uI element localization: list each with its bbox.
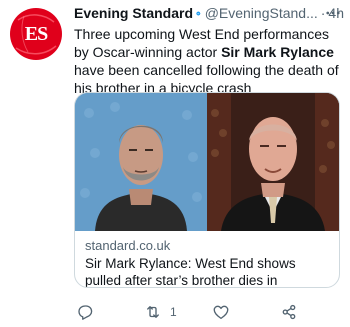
tweet-text-bold-name: Sir Mark Rylance [221,44,334,60]
tweet-header: Evening Standard @EveningStand... · 4h [74,4,344,22]
display-name[interactable]: Evening Standard [74,4,193,22]
tweet-actions: 1 [74,300,340,322]
tweet[interactable]: ES Evening Standard @EveningStand... · 4… [0,0,350,327]
card-title[interactable]: Sir Mark Rylance: West End shows pulled … [85,255,333,287]
link-card[interactable]: standard.co.uk Sir Mark Rylance: West En… [74,92,340,288]
share-button[interactable] [280,302,298,322]
retweet-icon [147,306,159,318]
account-avatar[interactable]: ES [10,8,62,60]
verified-badge-icon [196,10,201,16]
tweet-text-part-end: have been cancelled following the death … [74,62,339,96]
avatar-logo-text: ES [24,22,48,45]
share-icon [282,304,296,320]
tweet-text: Three upcoming West End performances by … [74,25,340,97]
reply-button[interactable] [76,302,94,322]
card-photo-mark-rylance [75,93,207,231]
like-button[interactable] [212,302,230,322]
heart-icon [213,305,229,320]
retweet-button[interactable]: 1 [144,302,177,322]
card-meta: standard.co.uk Sir Mark Rylance: West En… [85,237,333,287]
account-handle[interactable]: @EveningStand... [205,4,318,22]
card-domain: standard.co.uk [85,238,171,253]
more-options-icon[interactable] [324,4,342,22]
retweet-count: 1 [170,305,177,319]
comment-icon [78,305,93,320]
tweet-content: Evening Standard @EveningStand... · 4h T… [74,4,344,97]
card-photo-brother [207,93,339,231]
card-image[interactable] [75,93,339,231]
